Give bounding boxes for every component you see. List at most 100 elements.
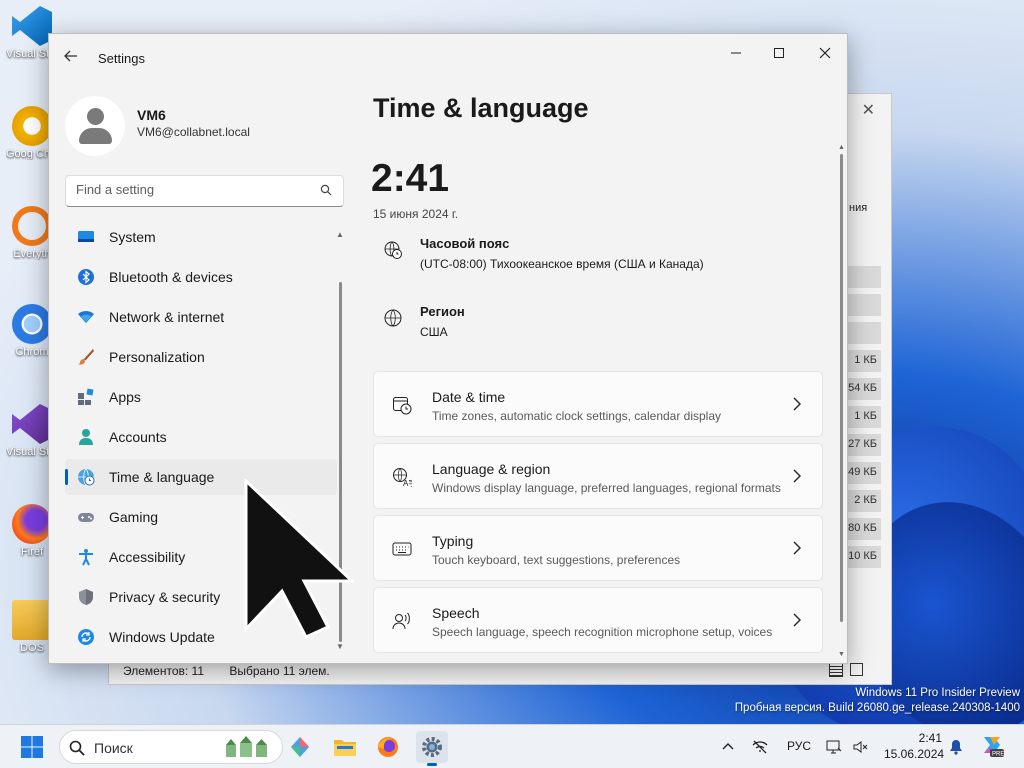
explorer-row-size[interactable]: 49 КБ (845, 462, 881, 484)
avatar (65, 96, 125, 156)
gear-icon (422, 737, 442, 757)
windows-start-icon[interactable] (20, 735, 44, 759)
card-title: Typing (432, 533, 474, 549)
globe-icon (384, 309, 402, 327)
everything-search-icon (12, 206, 52, 246)
explorer-row[interactable] (845, 294, 881, 316)
main-content: Time & language 2:41 15 июня 2024 г. Час… (371, 34, 849, 664)
app-title: Settings (98, 51, 145, 66)
card-language-region[interactable]: A字 Language & region Windows display lan… (373, 443, 823, 509)
svg-text:A字: A字 (403, 478, 412, 487)
region-value: США (420, 325, 448, 339)
sidebar-item-label: Accessibility (109, 549, 186, 565)
explorer-row-size[interactable]: 54 КБ (845, 378, 881, 400)
explorer-row-size[interactable]: 1 КБ (845, 406, 881, 428)
apps-icon (78, 388, 94, 405)
chevron-right-icon (793, 397, 801, 411)
taskbar-search-label: Поиск (94, 740, 133, 756)
explorer-row[interactable] (845, 322, 881, 344)
bell-icon[interactable] (948, 739, 964, 755)
sidebar-item-system[interactable]: System (65, 219, 337, 255)
back-button[interactable] (63, 48, 83, 68)
sidebar-item-label: Personalization (109, 349, 205, 365)
chevron-up-icon[interactable] (720, 739, 736, 755)
taskbar-app-settings[interactable] (416, 731, 448, 766)
current-time: 2:41 (371, 157, 450, 200)
bluetooth-icon (78, 269, 94, 285)
card-subtitle: Touch keyboard, text suggestions, prefer… (432, 553, 681, 567)
taskbar-app-firefox[interactable] (372, 731, 404, 763)
sidebar-item-label: Time & language (109, 469, 215, 485)
shield-icon (79, 589, 93, 605)
explorer-row[interactable] (845, 266, 881, 288)
card-date-time[interactable]: Date & time Time zones, automatic clock … (373, 371, 823, 437)
firefox-icon (378, 737, 398, 757)
card-subtitle: Speech language, speech recognition micr… (432, 625, 773, 639)
search-input[interactable] (76, 182, 306, 197)
sidebar-item-accounts[interactable]: Accounts (65, 419, 337, 455)
explorer-column-header: ния (849, 202, 868, 214)
calendar-clock-icon (393, 397, 412, 415)
copilot-pre-icon[interactable]: PRE (980, 733, 1004, 759)
sidebar-item-bluetooth[interactable]: Bluetooth & devices (65, 259, 337, 295)
taskbar-search[interactable]: Поиск (59, 730, 283, 764)
card-speech[interactable]: Speech Speech language, speech recogniti… (373, 587, 823, 653)
chrome-canary-icon (12, 106, 52, 146)
tiles-view-icon[interactable] (850, 663, 863, 676)
chevron-right-icon (793, 541, 801, 555)
display-icon[interactable] (826, 739, 842, 755)
status-selected-count: Выбрано 11 элем. (229, 664, 330, 678)
chromium-icon (12, 304, 52, 344)
chevron-right-icon (793, 469, 801, 483)
explorer-row-size[interactable]: 80 КБ (845, 518, 881, 540)
card-title: Speech (432, 605, 480, 621)
card-subtitle: Time zones, automatic clock settings, ca… (432, 409, 722, 423)
sidebar-item-personalization[interactable]: Personalization (65, 339, 337, 375)
current-date: 15 июня 2024 г. (373, 207, 459, 221)
user-name: VM6 (137, 107, 166, 123)
sidebar-item-label: Bluetooth & devices (109, 269, 233, 285)
content-scrollbar[interactable]: ▲ ▼ (838, 144, 845, 664)
explorer-close-icon[interactable]: ✕ (862, 100, 875, 120)
chevron-right-icon (793, 613, 801, 627)
folder-icon (334, 740, 356, 756)
search-highlight-icon (226, 736, 267, 757)
scroll-down-arrow-icon[interactable]: ▼ (336, 642, 344, 651)
language-icon: A字 (393, 468, 412, 487)
taskbar-app-file-explorer[interactable] (329, 731, 361, 763)
input-language[interactable]: РУС (787, 739, 811, 753)
scroll-up-arrow-icon[interactable]: ▲ (336, 230, 344, 239)
explorer-row-size[interactable]: 1 КБ (845, 350, 881, 372)
speech-icon (392, 612, 410, 630)
explorer-row-size[interactable]: 10 КБ (845, 546, 881, 568)
network-disconnected-icon[interactable] (752, 739, 768, 755)
scroll-down-arrow-icon[interactable]: ▼ (838, 651, 845, 658)
settings-window[interactable]: Settings VM6 VM6@collabnet.local System … (48, 33, 848, 664)
find-setting-search[interactable] (65, 175, 344, 207)
system-display-icon (78, 231, 94, 242)
search-icon[interactable] (320, 184, 332, 196)
speaker-muted-icon[interactable] (852, 739, 868, 755)
explorer-row-size[interactable]: 27 КБ (845, 434, 881, 456)
sidebar-item-label: System (109, 229, 156, 245)
sidebar-item-apps[interactable]: Apps (65, 379, 337, 415)
card-title: Language & region (432, 461, 551, 477)
taskbar-clock[interactable]: 2:41 15.06.2024 (884, 730, 945, 762)
scrollbar-thumb[interactable] (840, 154, 843, 622)
taskbar-time: 2:41 (918, 731, 942, 745)
sidebar-item-label: Privacy & security (109, 589, 221, 605)
keyboard-icon (392, 542, 412, 556)
card-typing[interactable]: Typing Touch keyboard, text suggestions,… (373, 515, 823, 581)
user-email: VM6@collabnet.local (137, 125, 250, 139)
watermark-line: Пробная версия. Build 26080.ge_release.2… (734, 702, 1020, 714)
details-view-icon[interactable] (829, 663, 843, 677)
scroll-up-arrow-icon[interactable]: ▲ (838, 144, 845, 151)
timezone-title: Часовой пояс (420, 236, 510, 251)
sidebar-item-network[interactable]: Network & internet (65, 299, 337, 335)
explorer-row-size[interactable]: 2 КБ (845, 490, 881, 512)
page-title: Time & language (373, 93, 589, 123)
wifi-icon (78, 311, 94, 323)
taskbar-app-copilot[interactable] (284, 731, 316, 763)
taskbar-date: 15.06.2024 (884, 747, 945, 761)
sidebar-item-label: Accounts (109, 429, 167, 445)
